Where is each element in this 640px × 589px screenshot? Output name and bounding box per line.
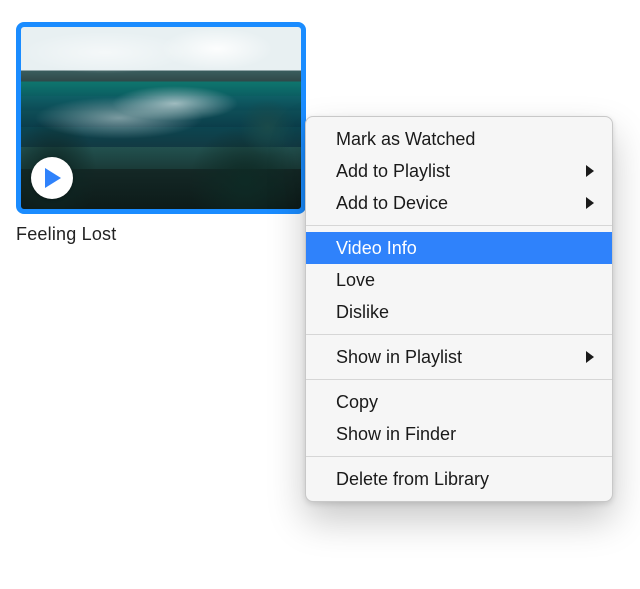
menu-item-label: Video Info <box>336 236 417 260</box>
menu-item-show-in-finder[interactable]: Show in Finder <box>306 418 612 450</box>
menu-separator <box>306 225 612 226</box>
video-thumbnail[interactable] <box>16 22 306 214</box>
play-icon <box>43 168 61 188</box>
menu-item-label: Add to Playlist <box>336 159 450 183</box>
menu-item-add-to-device[interactable]: Add to Device <box>306 187 612 219</box>
menu-item-copy[interactable]: Copy <box>306 386 612 418</box>
play-button[interactable] <box>31 157 73 199</box>
context-menu: Mark as Watched Add to Playlist Add to D… <box>305 116 613 502</box>
menu-item-label: Show in Playlist <box>336 345 462 369</box>
menu-item-label: Copy <box>336 390 378 414</box>
video-title: Feeling Lost <box>16 224 306 245</box>
menu-item-show-in-playlist[interactable]: Show in Playlist <box>306 341 612 373</box>
menu-item-mark-as-watched[interactable]: Mark as Watched <box>306 123 612 155</box>
menu-item-label: Show in Finder <box>336 422 456 446</box>
menu-item-video-info[interactable]: Video Info <box>306 232 612 264</box>
menu-item-delete-from-library[interactable]: Delete from Library <box>306 463 612 495</box>
menu-item-love[interactable]: Love <box>306 264 612 296</box>
menu-item-label: Dislike <box>336 300 389 324</box>
chevron-right-icon <box>586 351 594 363</box>
video-thumbnail-container: Feeling Lost <box>16 22 306 245</box>
chevron-right-icon <box>586 197 594 209</box>
menu-item-label: Love <box>336 268 375 292</box>
menu-separator <box>306 379 612 380</box>
menu-item-label: Mark as Watched <box>336 127 475 151</box>
menu-item-dislike[interactable]: Dislike <box>306 296 612 328</box>
menu-item-label: Add to Device <box>336 191 448 215</box>
menu-item-add-to-playlist[interactable]: Add to Playlist <box>306 155 612 187</box>
menu-separator <box>306 456 612 457</box>
menu-separator <box>306 334 612 335</box>
chevron-right-icon <box>586 165 594 177</box>
menu-item-label: Delete from Library <box>336 467 489 491</box>
